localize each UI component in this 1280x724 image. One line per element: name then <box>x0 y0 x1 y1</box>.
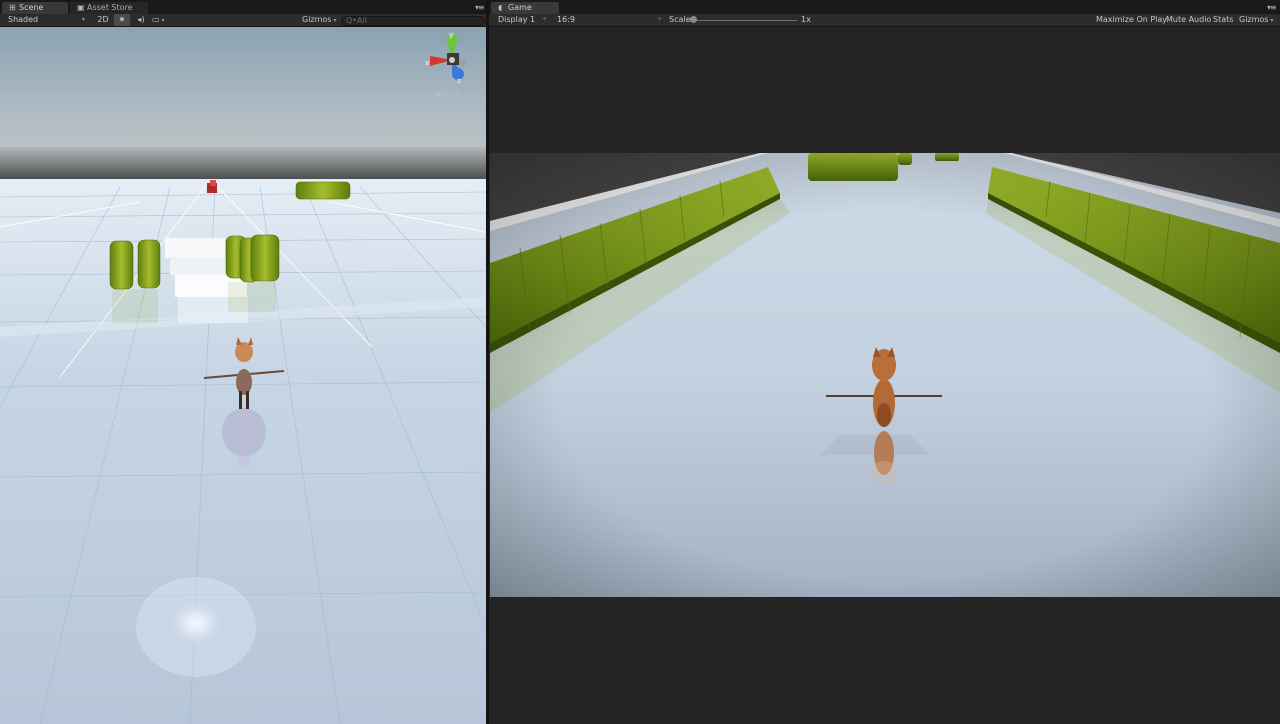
tab-scene[interactable]: ⊞ Scene <box>2 2 68 14</box>
scene-search-input[interactable]: Q•All <box>341 16 485 26</box>
image-icon[interactable]: ▭ ▾ <box>152 14 172 26</box>
game-viewport[interactable] <box>490 153 1280 597</box>
speaker-icon[interactable]: ◂) <box>134 14 148 26</box>
game-tab-strip: ◖ Game ▾≡ <box>489 0 1280 14</box>
projection-toggle[interactable]: ◂Persp <box>434 90 460 99</box>
scene-render <box>0 27 486 724</box>
shading-mode-label: Shaded <box>8 15 39 24</box>
chevron-down-icon: ▾ <box>331 17 337 24</box>
game-render <box>490 153 1280 597</box>
display-label: Display 1 <box>498 15 536 24</box>
mode-2d-button[interactable]: 2D <box>94 14 112 26</box>
gizmos-dropdown[interactable]: Gizmos ▾ <box>302 14 338 26</box>
mute-audio-button[interactable]: Mute Audio <box>1166 14 1211 26</box>
pacman-icon: ◖ <box>498 3 503 12</box>
tab-menu-icon[interactable]: ▾≡ <box>475 3 485 12</box>
store-icon: ▣ <box>77 3 85 12</box>
chevron-down-icon: ÷ <box>542 16 548 23</box>
projection-label: Persp <box>438 90 461 99</box>
gizmos-label: Gizmos <box>1239 15 1269 24</box>
axis-y-label: y <box>449 31 454 39</box>
game-toolbar: Display 1 ÷ 16:9 ÷ Scale 1x Maximize On … <box>489 14 1280 27</box>
chevron-down-icon: ▾ <box>1268 17 1274 24</box>
tab-menu-icon[interactable]: ▾≡ <box>1267 3 1277 12</box>
gizmos-label: Gizmos <box>302 15 332 24</box>
tab-asset-store-label: Asset Store <box>87 3 133 12</box>
gizmos-dropdown[interactable]: Gizmos ▾ <box>1239 14 1279 26</box>
tab-game[interactable]: ◖ Game <box>491 2 559 14</box>
chevron-down-icon: ÷ <box>657 16 663 23</box>
tab-asset-store[interactable]: ▣ Asset Store <box>70 2 148 14</box>
scale-value: 1x <box>801 15 811 24</box>
axis-x-label: x <box>425 59 430 67</box>
stats-button[interactable]: Stats <box>1213 14 1233 26</box>
tab-scene-label: Scene <box>19 3 44 12</box>
scale-slider-knob[interactable] <box>690 16 697 23</box>
scene-toolbar: Shaded ▾ 2D ✷ ◂) ▭ ▾ Gizmos ▾ Q•All <box>0 14 486 27</box>
aspect-label: 16:9 <box>557 15 575 24</box>
tab-game-label: Game <box>508 3 532 12</box>
display-dropdown[interactable]: Display 1 ÷ <box>498 14 548 26</box>
maximize-on-play-button[interactable]: Maximize On Play <box>1096 14 1167 26</box>
scene-viewport[interactable]: y x z ◂Persp <box>0 27 486 724</box>
shading-mode-dropdown[interactable]: Shaded ▾ <box>8 14 88 26</box>
grid-icon: ⊞ <box>9 3 16 12</box>
axis-z-label: z <box>457 77 462 85</box>
sun-icon[interactable]: ✷ <box>114 14 130 26</box>
chevron-down-icon: ▾ <box>82 16 86 23</box>
scene-tab-strip: ⊞ Scene ▣ Asset Store ▾≡ <box>0 0 486 14</box>
scale-slider-track[interactable] <box>693 20 797 21</box>
aspect-dropdown[interactable]: 16:9 ÷ <box>557 14 663 26</box>
orientation-gizmo[interactable] <box>422 30 482 92</box>
scale-label: Scale <box>669 15 691 24</box>
chevron-down-icon: ▾ <box>159 17 165 24</box>
